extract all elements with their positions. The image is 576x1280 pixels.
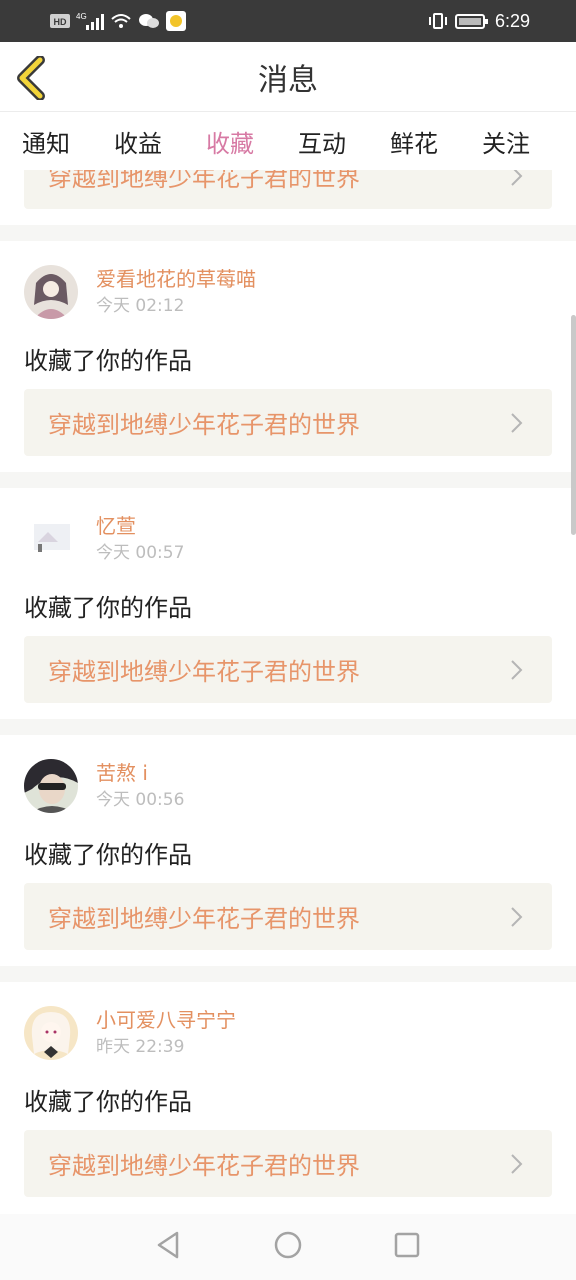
circle-home-icon bbox=[274, 1231, 302, 1259]
chevron-right-icon bbox=[502, 1153, 532, 1175]
tab-follows[interactable]: 关注 bbox=[482, 124, 530, 159]
action-text: 收藏了你的作品 bbox=[24, 594, 192, 622]
work-link[interactable]: 穿越到地缚少年花子君的世界 bbox=[24, 170, 552, 209]
tab-notifications[interactable]: 通知 bbox=[22, 124, 70, 159]
work-link[interactable]: 穿越到地缚少年花子君的世界 bbox=[24, 389, 552, 456]
user-name[interactable]: 苦熬 i bbox=[96, 759, 184, 787]
tab-interactions[interactable]: 互动 bbox=[298, 124, 346, 159]
timestamp: 今天 00:57 bbox=[96, 543, 185, 563]
action-text: 收藏了你的作品 bbox=[24, 841, 192, 869]
status-bar: HD 4G 6:29 bbox=[0, 0, 576, 42]
message-tabs: 通知 收益 收藏 互动 鲜花 关注 bbox=[0, 112, 576, 170]
back-button[interactable] bbox=[14, 55, 54, 101]
message-feed: 穿越到地缚少年花子君的世界 爱看地花的草莓喵 今天 02:12 收藏了你的作品 … bbox=[0, 170, 576, 1214]
work-title: 穿越到地缚少年花子君的世界 bbox=[48, 170, 360, 192]
triangle-back-icon bbox=[157, 1231, 179, 1259]
work-link[interactable]: 穿越到地缚少年花子君的世界 bbox=[24, 636, 552, 703]
work-title: 穿越到地缚少年花子君的世界 bbox=[48, 411, 360, 439]
nav-home-button[interactable] bbox=[273, 1230, 303, 1264]
timestamp: 今天 00:56 bbox=[96, 790, 185, 810]
wifi-icon bbox=[110, 12, 132, 30]
chevron-right-icon bbox=[502, 170, 532, 187]
vibrate-icon bbox=[427, 12, 449, 30]
action-text: 收藏了你的作品 bbox=[24, 347, 192, 375]
tab-flowers[interactable]: 鲜花 bbox=[390, 124, 438, 159]
svg-text:4G: 4G bbox=[76, 12, 87, 21]
user-name[interactable]: 爱看地花的草莓喵 bbox=[96, 265, 256, 293]
user-name[interactable]: 忆萱 bbox=[96, 512, 184, 540]
page-title: 消息 bbox=[258, 62, 318, 98]
battery-icon bbox=[454, 12, 489, 30]
work-title: 穿越到地缚少年花子君的世界 bbox=[48, 658, 360, 686]
nav-back-button[interactable] bbox=[155, 1230, 183, 1264]
square-recents-icon bbox=[394, 1232, 420, 1258]
wechat-icon bbox=[138, 12, 160, 30]
chevron-left-icon bbox=[17, 55, 45, 101]
signal-icon: 4G bbox=[76, 11, 104, 31]
timestamp: 今天 02:12 bbox=[96, 296, 185, 316]
svg-text:HD: HD bbox=[54, 17, 67, 27]
timestamp: 昨天 22:39 bbox=[96, 1037, 185, 1057]
hd-icon: HD bbox=[50, 13, 70, 29]
avatar[interactable] bbox=[24, 1006, 78, 1060]
scrollbar[interactable] bbox=[571, 315, 576, 535]
list-item: 穿越到地缚少年花子君的世界 bbox=[0, 170, 576, 225]
tab-favorites[interactable]: 收藏 bbox=[206, 124, 254, 159]
chevron-right-icon bbox=[502, 906, 532, 928]
list-item: 苦熬 i 今天 00:56 收藏了你的作品 穿越到地缚少年花子君的世界 bbox=[0, 735, 576, 966]
nav-recents-button[interactable] bbox=[393, 1231, 421, 1263]
user-name[interactable]: 小可爱八寻宁宁 bbox=[96, 1006, 236, 1034]
clock-time: 6:29 bbox=[494, 10, 530, 31]
work-title: 穿越到地缚少年花子君的世界 bbox=[48, 1152, 360, 1180]
action-text: 收藏了你的作品 bbox=[24, 1088, 192, 1116]
list-item: 爱看地花的草莓喵 今天 02:12 收藏了你的作品 穿越到地缚少年花子君的世界 bbox=[0, 241, 576, 472]
avatar[interactable] bbox=[24, 759, 78, 813]
list-item: 忆萱 今天 00:57 收藏了你的作品 穿越到地缚少年花子君的世界 bbox=[0, 488, 576, 719]
chevron-right-icon bbox=[502, 412, 532, 434]
work-link[interactable]: 穿越到地缚少年花子君的世界 bbox=[24, 1130, 552, 1197]
avatar[interactable] bbox=[24, 512, 78, 566]
tab-earnings[interactable]: 收益 bbox=[114, 124, 162, 159]
list-item: 小可爱八寻宁宁 昨天 22:39 收藏了你的作品 穿越到地缚少年花子君的世界 bbox=[0, 982, 576, 1214]
work-title: 穿越到地缚少年花子君的世界 bbox=[48, 905, 360, 933]
avatar[interactable] bbox=[24, 265, 78, 319]
system-nav-bar bbox=[0, 1214, 576, 1280]
app-header: 消息 bbox=[0, 42, 576, 112]
work-link[interactable]: 穿越到地缚少年花子君的世界 bbox=[24, 883, 552, 950]
chevron-right-icon bbox=[502, 659, 532, 681]
app-notification-icon bbox=[166, 11, 186, 31]
